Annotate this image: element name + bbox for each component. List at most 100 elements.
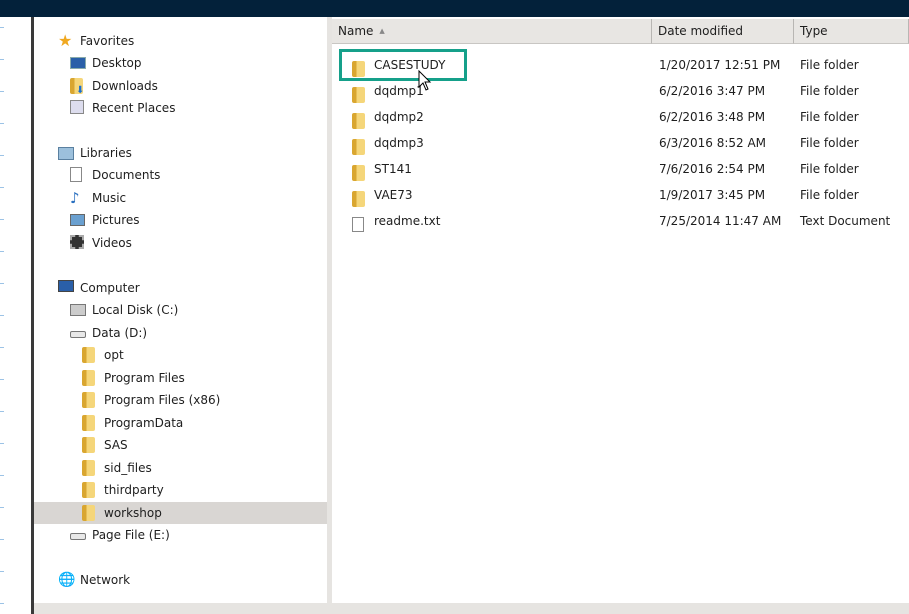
column-header-date[interactable]: Date modified — [652, 19, 794, 44]
nav-label: Data (D:) — [92, 326, 148, 340]
dash-mark — [0, 603, 4, 604]
file-date: 6/2/2016 3:48 PM — [659, 110, 766, 124]
libraries-icon — [58, 145, 74, 161]
nav-label: ProgramData — [104, 415, 184, 430]
sort-ascending-icon: ▲ — [379, 27, 385, 35]
dash-mark — [0, 475, 4, 476]
videos-icon — [70, 234, 86, 251]
nav-folder-sid_files[interactable]: sid_files — [82, 457, 152, 479]
downloads-icon: ⬇ — [70, 77, 86, 96]
file-date: 6/3/2016 8:52 AM — [659, 136, 767, 150]
nav-label: SAS — [104, 438, 128, 452]
nav-folder-programdata[interactable]: ProgramData — [82, 412, 183, 434]
nav-label: Documents — [92, 168, 161, 182]
column-header-type[interactable]: Type — [794, 19, 909, 44]
nav-label: Computer — [80, 281, 140, 295]
nav-label: Network — [80, 573, 131, 587]
folder-icon — [82, 504, 98, 521]
file-list[interactable]: Name ▲ Date modified Type CASESTUDY 1/20/… — [332, 17, 909, 603]
title-bar — [0, 0, 909, 17]
file-name: VAE73 — [374, 188, 413, 202]
computer-icon — [58, 280, 74, 296]
nav-network[interactable]: 🌐 Network — [58, 569, 130, 591]
nav-item-documents[interactable]: Documents — [70, 164, 160, 186]
nav-libraries[interactable]: Libraries — [58, 142, 132, 164]
highlight-box — [339, 49, 467, 81]
file-date: 1/9/2017 3:45 PM — [659, 188, 766, 202]
dash-mark — [0, 123, 4, 124]
file-row[interactable]: dqdmp2 6/2/2016 3:48 PM File folder — [332, 106, 909, 129]
nav-page-file-e[interactable]: Page File (E:) — [70, 524, 170, 546]
nav-label: Pictures — [92, 213, 140, 227]
column-name-label: Name — [338, 24, 374, 38]
file-row[interactable]: VAE73 1/9/2017 3:45 PM File folder — [332, 184, 909, 207]
dash-mark — [0, 539, 4, 540]
nav-local-disk-c[interactable]: Local Disk (C:) — [70, 299, 178, 321]
desktop-icon — [70, 55, 86, 71]
file-row[interactable]: ST141 7/6/2016 2:54 PM File folder — [332, 158, 909, 181]
drive-icon — [70, 325, 86, 341]
file-name: ST141 — [374, 162, 412, 176]
folder-icon — [82, 459, 98, 476]
dash-mark — [0, 507, 4, 508]
nav-computer[interactable]: Computer — [58, 277, 140, 299]
file-date: 7/6/2016 2:54 PM — [659, 162, 766, 176]
pictures-icon — [70, 212, 86, 228]
folder-icon — [82, 437, 98, 453]
dash-mark — [0, 315, 4, 316]
nav-folder-opt[interactable]: opt — [82, 344, 124, 366]
dash-mark — [0, 411, 4, 412]
dash-mark — [0, 443, 4, 444]
nav-item-downloads[interactable]: ⬇ Downloads — [70, 75, 158, 97]
nav-label: Videos — [92, 235, 132, 250]
file-type: File folder — [800, 136, 859, 150]
nav-label: opt — [104, 348, 124, 362]
nav-label: Page File (E:) — [92, 528, 170, 542]
folder-icon — [82, 369, 98, 386]
file-type: File folder — [800, 188, 859, 202]
folder-icon — [352, 109, 368, 129]
file-date: 6/2/2016 3:47 PM — [659, 84, 766, 98]
dash-mark — [0, 283, 4, 284]
nav-label: Local Disk (C:) — [92, 303, 179, 317]
network-icon: 🌐 — [58, 572, 76, 588]
folder-icon — [82, 347, 98, 363]
nav-item-music[interactable]: ♪ Music — [70, 187, 126, 209]
nav-folder-thirdparty[interactable]: thirdparty — [82, 479, 164, 501]
file-type: File folder — [800, 162, 859, 176]
file-date: 7/25/2014 11:47 AM — [659, 214, 782, 228]
nav-item-recent-places[interactable]: Recent Places — [70, 97, 175, 119]
file-type: File folder — [800, 110, 859, 124]
folder-icon — [82, 414, 98, 431]
nav-label: thirdparty — [104, 483, 164, 497]
nav-item-pictures[interactable]: Pictures — [70, 209, 140, 231]
nav-favorites[interactable]: ★ Favorites — [58, 30, 134, 52]
nav-item-videos[interactable]: Videos — [70, 232, 132, 254]
file-row[interactable]: dqdmp3 6/3/2016 8:52 AM File folder — [332, 132, 909, 155]
dash-mark — [0, 379, 4, 380]
nav-label: workshop — [104, 505, 162, 520]
file-row[interactable]: readme.txt 7/25/2014 11:47 AM Text Documen… — [332, 210, 909, 232]
dash-mark — [0, 187, 4, 188]
dash-mark — [0, 219, 4, 220]
nav-label: Music — [92, 190, 127, 205]
dash-mark — [0, 251, 4, 252]
file-type: Text Document — [800, 214, 891, 228]
nav-data-d[interactable]: Data (D:) — [70, 322, 147, 344]
nav-label: Program Files (x86) — [104, 393, 221, 407]
drive-icon — [70, 527, 86, 543]
file-name: readme.txt — [374, 214, 441, 228]
nav-label: sid_files — [104, 460, 152, 475]
nav-folder-sas[interactable]: SAS — [82, 434, 128, 456]
nav-folder-program-files[interactable]: Program Files — [82, 367, 185, 389]
column-date-label: Date modified — [658, 24, 744, 38]
nav-folder-workshop[interactable]: workshop — [34, 501, 327, 524]
nav-item-desktop[interactable]: Desktop — [70, 52, 142, 74]
nav-folder-program-files-x86-[interactable]: Program Files (x86) — [82, 389, 220, 411]
music-icon: ♪ — [70, 188, 80, 207]
text-file-icon — [352, 213, 368, 232]
column-header-name[interactable]: Name ▲ — [332, 19, 652, 44]
folder-icon — [352, 83, 368, 103]
nav-label: Favorites — [80, 34, 135, 48]
navigation-pane[interactable]: ★ Favorites Desktop ⬇ Downloads Recent Places… — [34, 17, 327, 603]
